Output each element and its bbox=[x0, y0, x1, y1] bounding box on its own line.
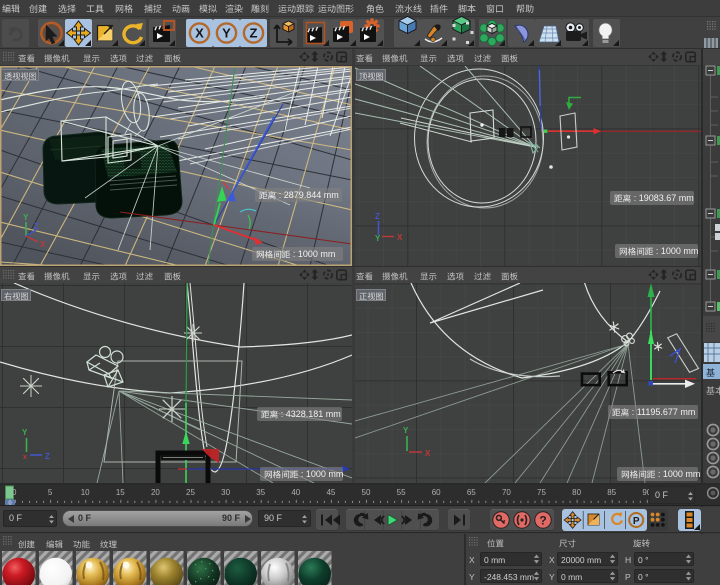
svg-text:X: X bbox=[40, 240, 46, 249]
svg-text:Y: Y bbox=[375, 234, 381, 243]
svg-text:Z: Z bbox=[34, 222, 39, 231]
svg-text:0: 0 bbox=[8, 500, 11, 506]
svg-text:P: P bbox=[633, 516, 640, 527]
svg-text:?: ? bbox=[539, 514, 546, 528]
svg-text:Y: Y bbox=[222, 26, 231, 41]
svg-text:x: x bbox=[23, 454, 27, 461]
svg-text:Y: Y bbox=[23, 213, 29, 222]
svg-text:Z: Z bbox=[250, 26, 258, 41]
svg-text:Z: Z bbox=[45, 452, 50, 461]
svg-text:X: X bbox=[195, 26, 204, 41]
svg-text:Y: Y bbox=[403, 426, 409, 435]
svg-text:Z: Z bbox=[375, 212, 380, 221]
svg-text:X: X bbox=[397, 233, 403, 242]
svg-text:X: X bbox=[425, 449, 431, 458]
svg-text:Y: Y bbox=[22, 428, 28, 437]
